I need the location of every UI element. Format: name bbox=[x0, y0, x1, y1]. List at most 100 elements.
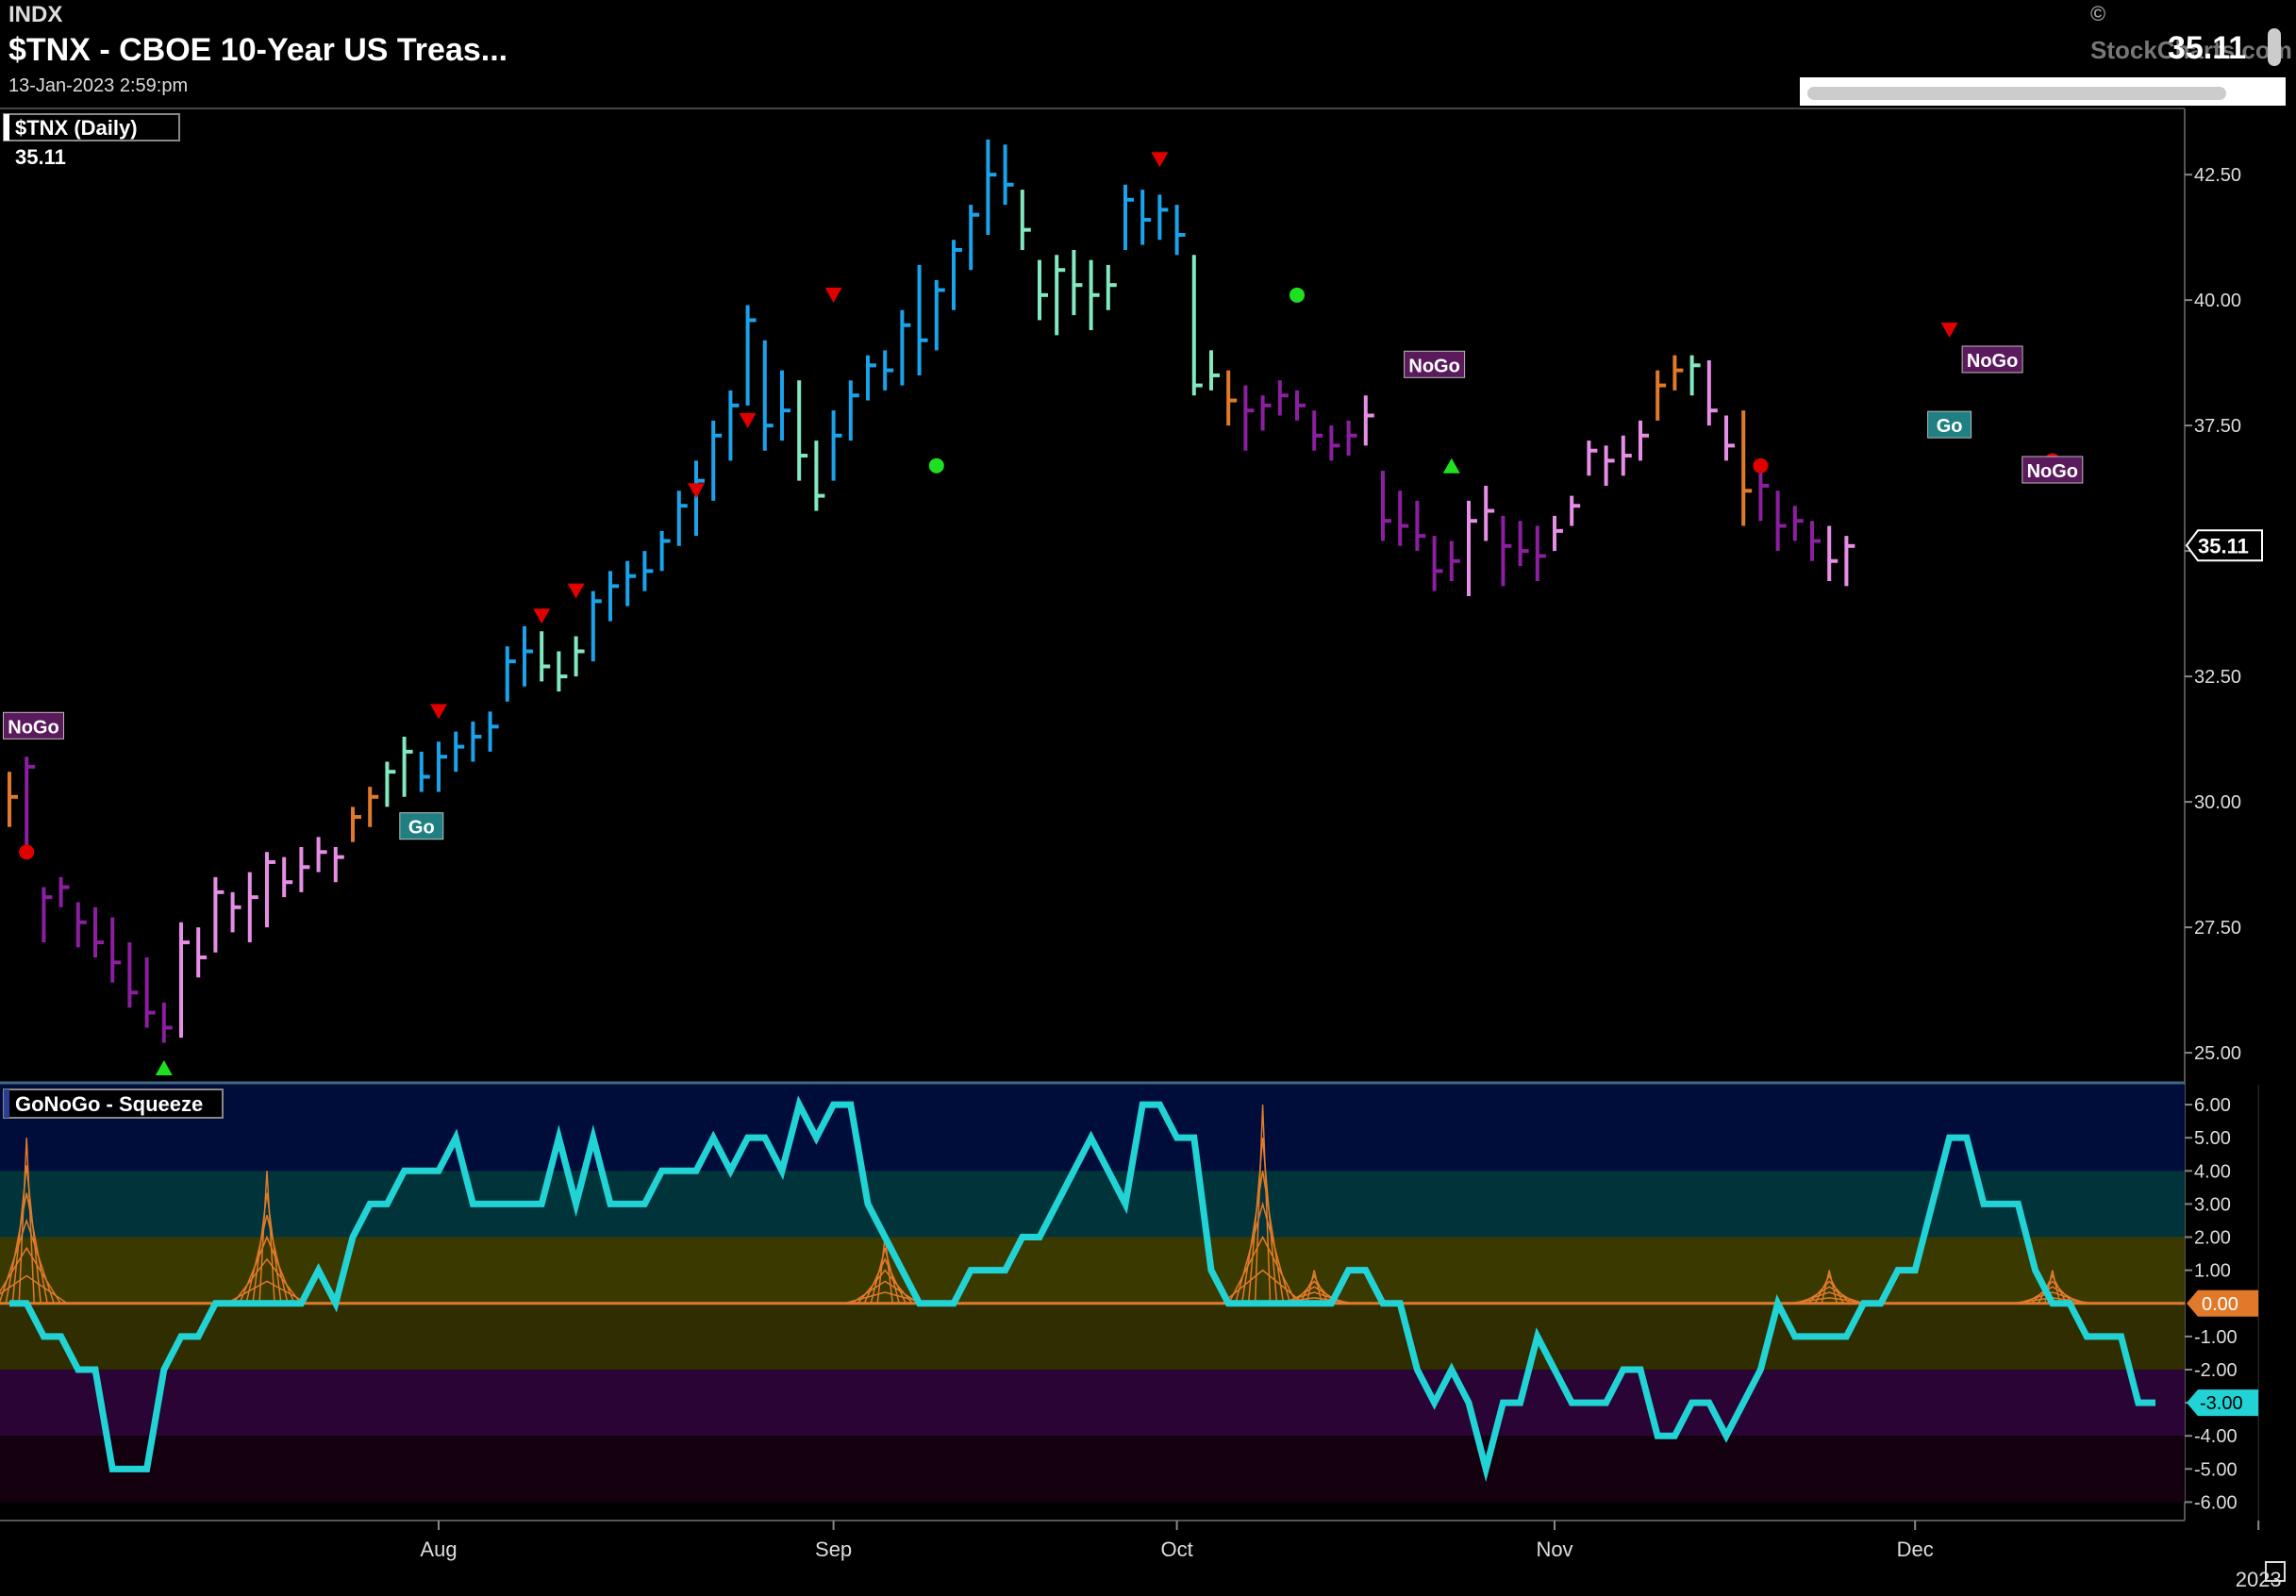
price-bar bbox=[1191, 255, 1203, 396]
oscillator-tick-label: 2.00 bbox=[2194, 1228, 2231, 1249]
price-bar bbox=[1655, 370, 1667, 421]
price-legend-value: 35.11 bbox=[15, 145, 66, 169]
price-bar bbox=[1706, 359, 1718, 426]
price-bar bbox=[299, 846, 310, 892]
oscillator-tick-label: 1.00 bbox=[2194, 1261, 2231, 1282]
down-triangle-icon bbox=[1151, 152, 1169, 168]
price-bar bbox=[368, 787, 379, 827]
price-tick-label: 42.50 bbox=[2194, 165, 2241, 186]
price-bar bbox=[1604, 445, 1615, 486]
price-tick-label: 32.50 bbox=[2194, 667, 2241, 688]
price-bar bbox=[1363, 395, 1374, 446]
price-bar bbox=[1553, 515, 1563, 552]
price-bar bbox=[1449, 540, 1460, 582]
price-bar bbox=[1689, 355, 1701, 396]
price-bar bbox=[540, 631, 551, 682]
price-bar bbox=[523, 625, 533, 687]
price-bar bbox=[488, 711, 499, 752]
time-tick-label: Dec bbox=[1897, 1538, 1934, 1561]
price-bar bbox=[25, 756, 36, 847]
price-legend-marker bbox=[4, 114, 9, 141]
price-bar bbox=[333, 846, 344, 883]
price-bar bbox=[1518, 521, 1529, 567]
price-bar bbox=[591, 590, 602, 662]
oscillator-tick-label: 6.00 bbox=[2194, 1095, 2231, 1116]
price-tag-label: 35.11 bbox=[2198, 534, 2249, 557]
price-bar bbox=[1775, 490, 1787, 552]
price-bar bbox=[230, 891, 241, 933]
price-bar bbox=[1055, 255, 1066, 336]
price-bar bbox=[1792, 506, 1804, 541]
price-bar bbox=[454, 731, 465, 773]
price-bar bbox=[625, 560, 637, 607]
oscillator-tick-label: 4.00 bbox=[2194, 1161, 2231, 1182]
price-bar bbox=[1157, 194, 1169, 241]
price-tick-label: 40.00 bbox=[2194, 291, 2241, 311]
price-bar bbox=[385, 761, 396, 807]
nogo-tag-label: NoGo bbox=[1408, 356, 1459, 376]
price-bar bbox=[351, 806, 361, 842]
green-dot-icon bbox=[928, 457, 944, 474]
price-bar bbox=[814, 441, 825, 511]
oscillator-tag-label: -3.00 bbox=[2200, 1393, 2243, 1414]
price-bar bbox=[282, 856, 293, 898]
time-tick-label: Sep bbox=[815, 1538, 852, 1561]
oscillator-tick-label: -5.00 bbox=[2194, 1459, 2238, 1480]
price-bar bbox=[1003, 144, 1014, 206]
price-bar bbox=[93, 906, 104, 958]
price-bar bbox=[1106, 264, 1117, 310]
price-bar bbox=[694, 460, 705, 537]
price-bar bbox=[642, 551, 654, 591]
oscillator-tick-label: -2.00 bbox=[2194, 1360, 2238, 1381]
price-bar bbox=[75, 902, 87, 948]
price-bar bbox=[8, 772, 18, 827]
price-bar bbox=[780, 370, 790, 441]
nogo-tag-label: NoGo bbox=[8, 717, 58, 738]
price-bar bbox=[1724, 415, 1735, 461]
price-bar bbox=[1038, 259, 1048, 321]
price-bar bbox=[608, 571, 619, 622]
price-bar bbox=[144, 957, 156, 1028]
price-bar bbox=[42, 887, 53, 943]
price-bar bbox=[1243, 385, 1255, 451]
down-triangle-icon bbox=[430, 704, 447, 720]
zero-tag-label: 0.00 bbox=[2202, 1294, 2238, 1315]
price-bar bbox=[265, 852, 275, 928]
price-bar bbox=[1484, 485, 1495, 541]
price-tick-label: 37.50 bbox=[2194, 416, 2241, 437]
oscillator-legend-label: GoNoGo - Squeeze bbox=[15, 1092, 203, 1116]
price-bar bbox=[659, 530, 671, 572]
chart-canvas: $TNX (Daily) 35.11 GoNoGo - Squeeze 42.50 40… bbox=[0, 108, 2286, 1591]
time-tick-label: Oct bbox=[1160, 1538, 1192, 1561]
price-bar bbox=[848, 380, 859, 441]
down-triangle-icon bbox=[739, 412, 757, 428]
chart-root: INDX $TNX - CBOE 10-Year US Treas... 13-… bbox=[0, 0, 2296, 1596]
price-bar bbox=[1621, 435, 1632, 476]
price-bar bbox=[762, 340, 774, 451]
price-bar bbox=[58, 876, 70, 907]
time-tick-label: Aug bbox=[420, 1538, 457, 1561]
oscillator-tick-label: -1.00 bbox=[2194, 1327, 2238, 1348]
oscillator-tick-label: 3.00 bbox=[2194, 1194, 2231, 1215]
price-legend-label: $TNX (Daily) bbox=[15, 116, 138, 140]
price-bar bbox=[676, 490, 688, 546]
price-bar bbox=[179, 922, 190, 1039]
price-bar bbox=[419, 751, 430, 792]
down-triangle-icon bbox=[533, 608, 551, 624]
price-bar bbox=[1535, 525, 1546, 582]
oscillator-tick-label: 5.00 bbox=[2194, 1128, 2231, 1149]
price-bar bbox=[1570, 495, 1581, 526]
price-bar bbox=[1346, 420, 1357, 457]
oscillator-band-1 bbox=[0, 1171, 2185, 1238]
price-bar bbox=[557, 651, 568, 692]
price-bar bbox=[1312, 410, 1323, 451]
go-tag-label: Go bbox=[1937, 416, 1963, 437]
price-bar bbox=[969, 205, 980, 271]
price-bar bbox=[728, 390, 740, 461]
go-tag-label: Go bbox=[408, 818, 435, 839]
price-bar bbox=[1329, 425, 1340, 461]
down-triangle-icon bbox=[1940, 323, 1958, 339]
time-tick-label: 2023 bbox=[2236, 1568, 2282, 1591]
price-bar bbox=[1226, 370, 1238, 426]
price-bar bbox=[1072, 249, 1083, 316]
